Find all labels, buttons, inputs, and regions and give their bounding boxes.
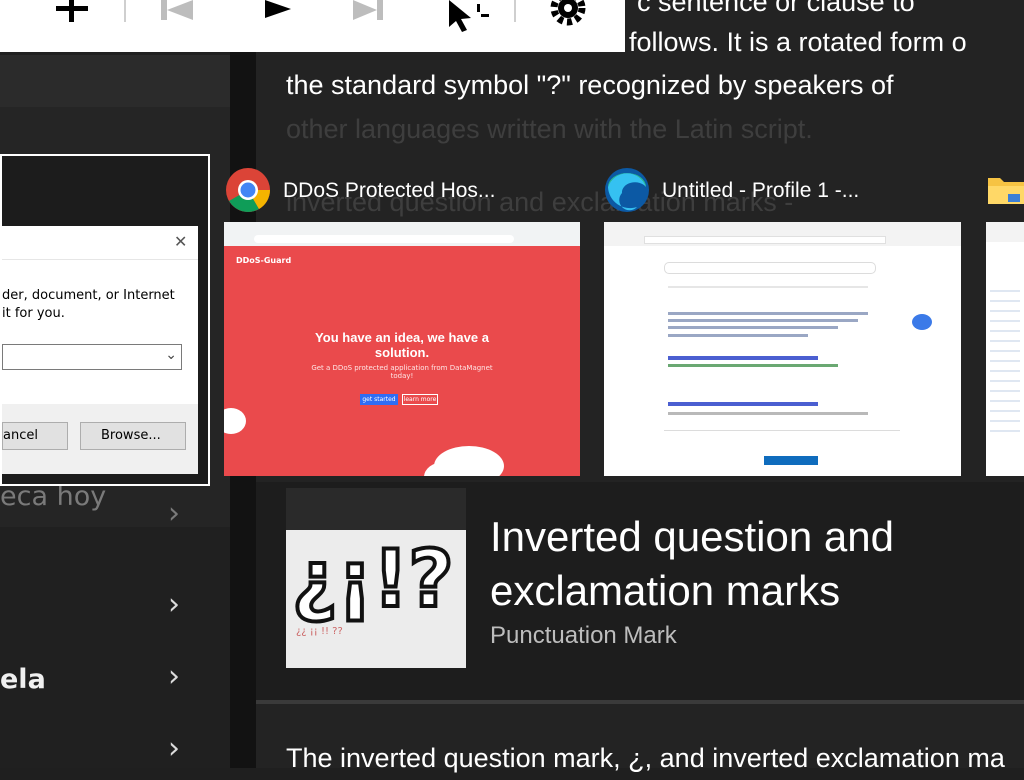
browse-button: Browse...: [80, 422, 186, 450]
ddos-brand: DDoS-Guard: [236, 256, 292, 265]
ddos-subtext: Get a DDoS protected application from Da…: [311, 364, 493, 380]
chevron-right-icon[interactable]: ›: [168, 662, 180, 692]
url-line: [668, 364, 838, 367]
sidebar-header-band: [0, 55, 230, 107]
toolbar: [0, 0, 625, 52]
explorer-tree: [990, 282, 1020, 432]
run-open-combobox: ⌄: [2, 344, 182, 370]
cancel-button: ancel: [2, 422, 68, 450]
settings-button[interactable]: [540, 0, 596, 40]
cookie-banner: [664, 430, 900, 476]
inverted-marks-image: ¿¡!? ¿¿ ¡¡ !! ??: [286, 488, 466, 637]
svg-text:¿¿ ¡¡ !! ??: ¿¿ ¡¡ !! ??: [296, 626, 343, 637]
article-intro-line3: the standard symbol "?" recognized by sp…: [286, 70, 894, 100]
section-divider: [256, 700, 1024, 704]
close-icon: ✕: [174, 232, 188, 251]
article-intro-line4: other languages written with the Latin s…: [286, 114, 813, 144]
text-line: [668, 319, 858, 322]
card-thumbnail[interactable]: ¿¡!? ¿¿ ¡¡ !! ??: [286, 488, 466, 668]
window-title-edge: Untitled - Profile 1 -...: [662, 179, 860, 202]
text-line: [668, 326, 838, 329]
toolbar-separator: [124, 0, 126, 22]
window-thumbnail-chrome[interactable]: DDoS-Guard You have an idea, we have a s…: [224, 222, 580, 476]
article-body-start: The inverted question mark, ¿, and inver…: [286, 743, 1005, 773]
chevron-down-icon: ⌄: [165, 347, 177, 363]
card-title[interactable]: Inverted question and exclamation marks: [490, 510, 1024, 618]
dialog-title-divider: [2, 259, 198, 260]
ddos-btn2: learn more: [402, 394, 438, 405]
article-intro-line2: follows. It is a rotated form o: [629, 27, 967, 57]
explorer-ribbon: [986, 222, 1024, 242]
add-button[interactable]: [40, 0, 104, 40]
chrome-icon: [226, 168, 270, 212]
tab-line: [668, 286, 868, 288]
window-thumbnail-run-dialog[interactable]: ✕ der, document, or Internet it for you.…: [0, 154, 210, 486]
play-button[interactable]: [250, 0, 300, 40]
ddos-headline: You have an idea, we have a solution.: [315, 330, 489, 360]
ddos-btn1: get started: [360, 394, 398, 405]
run-dialog-text-line2: it for you.: [2, 306, 65, 321]
cloud-decoration: [224, 408, 246, 434]
avatar: [912, 314, 932, 330]
toolbar-separator: [514, 0, 516, 22]
edge-icon: [605, 168, 649, 212]
cancel-button-label: ancel: [3, 428, 38, 443]
text-line: [668, 334, 808, 337]
link-line: [668, 402, 818, 406]
window-title-chrome: DDoS Protected Hos...: [283, 179, 496, 202]
window-thumbnail-file-explorer[interactable]: [986, 222, 1024, 476]
svg-text:¿¡!?: ¿¡!?: [292, 535, 454, 625]
play-icon: [265, 0, 291, 18]
cursor-click-icon: [449, 0, 489, 32]
card-subtitle: Punctuation Mark: [490, 622, 677, 649]
text-line: [668, 312, 868, 315]
run-dialog-text-line1: der, document, or Internet: [2, 288, 175, 303]
folder-icon: [988, 178, 1024, 204]
address-bar: [644, 236, 886, 244]
last-button[interactable]: [344, 0, 394, 40]
chevron-right-icon[interactable]: ›: [168, 499, 180, 529]
browse-button-label: Browse...: [101, 428, 161, 443]
gear-icon: [550, 0, 586, 26]
plus-icon: [56, 0, 88, 22]
text-line: [668, 412, 868, 415]
run-dialog-preview: ✕ der, document, or Internet it for you.…: [2, 226, 198, 474]
window-thumbnail-edge[interactable]: [604, 222, 961, 476]
skip-last-icon: [353, 0, 383, 20]
pointer-button[interactable]: [438, 0, 494, 40]
address-bar: [254, 235, 514, 243]
link-line: [668, 356, 818, 360]
accept-button-preview: [764, 456, 818, 465]
skip-first-icon: [161, 0, 193, 20]
first-button[interactable]: [150, 0, 200, 40]
chevron-right-icon[interactable]: ›: [168, 734, 180, 764]
chevron-right-icon[interactable]: ›: [168, 590, 180, 620]
sidebar-item-ela-label: ela: [0, 664, 46, 695]
search-box: [664, 262, 876, 274]
